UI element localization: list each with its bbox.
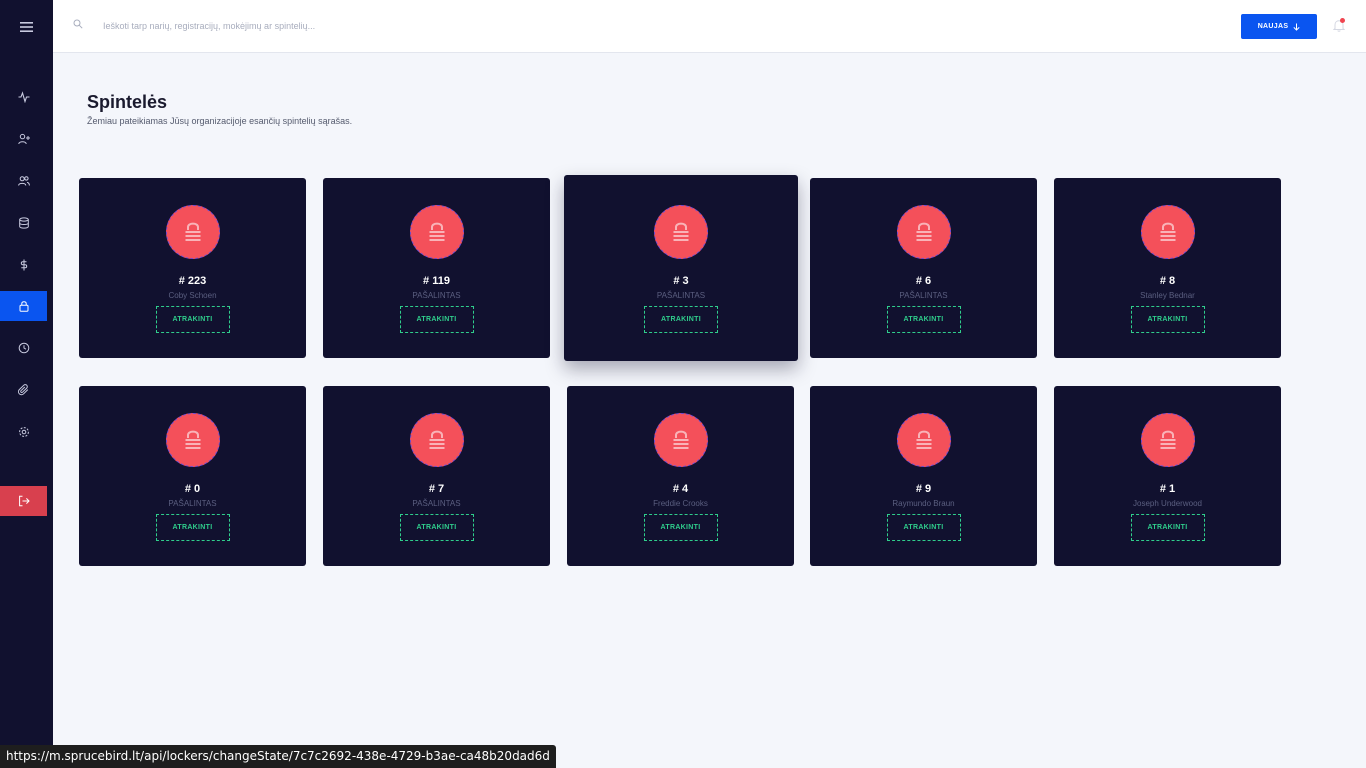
status-bar-url: https://m.sprucebird.lt/api/lockers/chan… [0, 745, 556, 768]
locker-card[interactable]: # 7 PAŠALINTAS ATRAKINTI [323, 386, 550, 566]
sidebar-item-logout[interactable] [0, 486, 47, 516]
locker-owner: Stanley Bednar [1140, 291, 1195, 300]
hamburger-menu-button[interactable] [0, 8, 53, 46]
unlock-button[interactable]: ATRAKINTI [886, 306, 961, 333]
locker-owner: PAŠALINTAS [412, 291, 461, 300]
user-plus-icon [17, 133, 30, 145]
unlock-button[interactable]: ATRAKINTI [155, 306, 230, 333]
unlock-button[interactable]: ATRAKINTI [399, 514, 474, 541]
locker-number: # 9 [915, 483, 932, 495]
locker-number: # 223 [178, 275, 207, 287]
unlock-button[interactable]: ATRAKINTI [155, 514, 230, 541]
sidebar-item-payments[interactable] [0, 250, 47, 280]
search-icon [73, 19, 83, 29]
locker-number: # 119 [423, 275, 450, 287]
locker-number: # 4 [672, 483, 689, 495]
locker-number: # 6 [915, 275, 932, 287]
clock-icon [18, 342, 29, 354]
locker-card[interactable]: # 0 PAŠALINTAS ATRAKINTI [79, 386, 306, 566]
settings-icon [18, 427, 29, 437]
sidebar-item-settings[interactable] [0, 417, 47, 447]
new-button[interactable]: NAUJAS [1241, 14, 1317, 39]
locker-owner: Freddie Crooks [653, 499, 708, 508]
page-title: Spintelės [87, 92, 168, 112]
locker-number: # 7 [428, 483, 445, 495]
activity-icon [18, 91, 29, 103]
notification-badge [1340, 18, 1345, 23]
locker-card[interactable]: # 9 Raymundo Braun ATRAKINTI [810, 386, 1037, 566]
locker-lock-icon [1140, 205, 1195, 259]
unlock-button[interactable]: ATRAKINTI [1130, 306, 1205, 333]
locker-card[interactable]: # 119 PAŠALINTAS ATRAKINTI [323, 178, 550, 358]
locker-card[interactable]: # 8 Stanley Bednar ATRAKINTI [1054, 178, 1281, 358]
locker-number: # 8 [1159, 275, 1176, 287]
locker-lock-icon [165, 413, 220, 467]
locker-card[interactable]: # 3 PAŠALINTAS ATRAKINTI [564, 175, 798, 361]
locker-owner: PAŠALINTAS [168, 499, 217, 508]
locker-lock-icon [896, 413, 951, 467]
paperclip-icon [17, 384, 28, 396]
unlock-button[interactable]: ATRAKINTI [643, 514, 718, 541]
topbar: NAUJAS [53, 0, 1366, 53]
database-icon [18, 217, 29, 229]
locker-lock-icon [653, 413, 708, 467]
sidebar-item-history[interactable] [0, 333, 47, 363]
locker-lock-icon [654, 205, 708, 259]
locker-owner: Coby Schoen [168, 291, 217, 300]
locker-owner: Joseph Underwood [1133, 499, 1202, 508]
locker-lock-icon [409, 413, 464, 467]
locker-card[interactable]: # 223 Coby Schoen ATRAKINTI [79, 178, 306, 358]
locker-owner: PAŠALINTAS [656, 291, 706, 300]
locker-owner: Raymundo Braun [892, 499, 955, 508]
sidebar-item-lockers[interactable] [0, 291, 47, 321]
sidebar-item-activity[interactable] [0, 82, 47, 112]
notifications-button[interactable] [1332, 18, 1346, 37]
sidebar-item-database[interactable] [0, 208, 47, 238]
sidebar [0, 0, 53, 768]
locker-number: # 3 [673, 275, 689, 287]
locker-card[interactable]: # 1 Joseph Underwood ATRAKINTI [1054, 386, 1281, 566]
locker-card[interactable]: # 4 Freddie Crooks ATRAKINTI [567, 386, 794, 566]
locker-owner: PAŠALINTAS [412, 499, 461, 508]
new-button-label: NAUJAS [1257, 23, 1289, 30]
unlock-button[interactable]: ATRAKINTI [644, 306, 718, 333]
lock-icon [19, 301, 28, 312]
unlock-button[interactable]: ATRAKINTI [399, 306, 474, 333]
sidebar-item-add-member[interactable] [0, 124, 47, 154]
locker-card[interactable]: # 6 PAŠALINTAS ATRAKINTI [810, 178, 1037, 358]
dollar-icon [20, 259, 27, 271]
locker-owner: PAŠALINTAS [899, 291, 948, 300]
sidebar-item-attachments[interactable] [0, 375, 47, 405]
locker-lock-icon [1140, 413, 1195, 467]
locker-lock-icon [896, 205, 951, 259]
search-input[interactable] [103, 14, 583, 38]
unlock-button[interactable]: ATRAKINTI [886, 514, 961, 541]
locker-number: # 0 [184, 483, 201, 495]
sidebar-item-members[interactable] [0, 166, 47, 196]
hamburger-icon [19, 22, 33, 32]
unlock-button[interactable]: ATRAKINTI [1130, 514, 1205, 541]
locker-lock-icon [165, 205, 220, 259]
arrow-down-icon [1293, 23, 1300, 31]
logout-icon [18, 495, 30, 507]
users-icon [17, 176, 30, 186]
locker-number: # 1 [1159, 483, 1176, 495]
locker-lock-icon [409, 205, 464, 259]
page-subtitle: Žemiau pateikiamas Jūsų organizacijoje e… [87, 116, 353, 126]
